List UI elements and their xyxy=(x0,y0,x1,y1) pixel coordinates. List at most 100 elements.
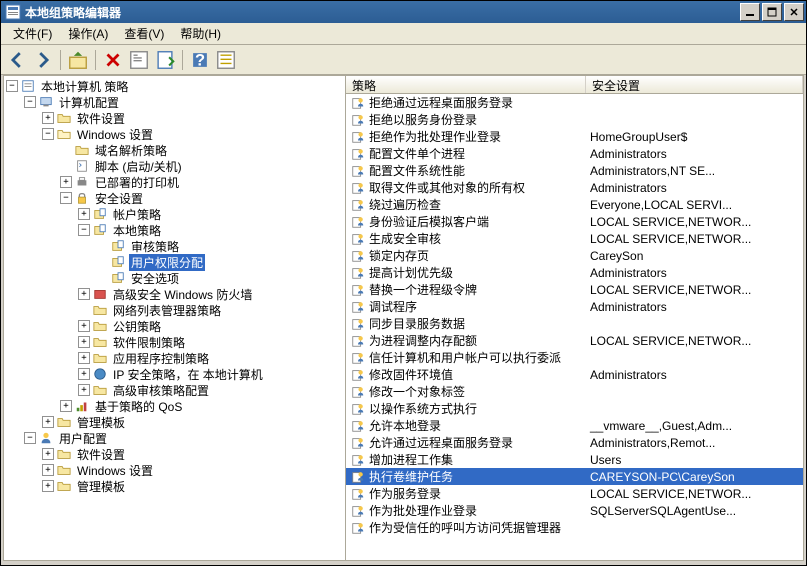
expand-icon[interactable]: + xyxy=(78,288,90,300)
maximize-button[interactable] xyxy=(762,3,782,21)
expand-icon[interactable]: + xyxy=(78,368,90,380)
list-row[interactable]: 作为服务登录LOCAL SERVICE,NETWOR... xyxy=(346,485,803,502)
policy-item-icon xyxy=(350,334,366,348)
list-row[interactable]: 执行卷维护任务CAREYSON-PC\CareySon xyxy=(346,468,803,485)
col-policy[interactable]: 策略 xyxy=(346,76,586,93)
tree-software2[interactable]: +软件设置 xyxy=(42,446,343,462)
tree-user-rights[interactable]: 用户权限分配 xyxy=(96,254,343,270)
tree-root[interactable]: − 本地计算机 策略 xyxy=(6,78,343,94)
expand-icon[interactable]: + xyxy=(42,448,54,460)
tree-windows2[interactable]: +Windows 设置 xyxy=(42,462,343,478)
tree-appctrl[interactable]: +应用程序控制策略 xyxy=(78,350,343,366)
security-cell: Administrators xyxy=(586,300,803,314)
expand-icon[interactable]: + xyxy=(60,176,72,188)
collapse-icon[interactable]: − xyxy=(24,432,36,444)
list-row[interactable]: 修改一个对象标签 xyxy=(346,383,803,400)
collapse-icon[interactable]: − xyxy=(78,224,90,236)
tree-qos[interactable]: +基于策略的 QoS xyxy=(60,398,343,414)
list-row[interactable]: 拒绝以服务身份登录 xyxy=(346,111,803,128)
expand-icon[interactable]: + xyxy=(42,416,54,428)
list-row[interactable]: 绕过遍历检查Everyone,LOCAL SERVI... xyxy=(346,196,803,213)
list-row[interactable]: 配置文件单个进程Administrators xyxy=(346,145,803,162)
tree-softrestrict[interactable]: +软件限制策略 xyxy=(78,334,343,350)
tree-advaudit[interactable]: +高级审核策略配置 xyxy=(78,382,343,398)
tree-printers[interactable]: +已部署的打印机 xyxy=(60,174,343,190)
expand-icon[interactable]: + xyxy=(60,400,72,412)
tree-ipsec[interactable]: +IP 安全策略，在 本地计算机 xyxy=(78,366,343,382)
properties-button[interactable] xyxy=(127,48,151,72)
policy-cell: 调试程序 xyxy=(346,298,586,315)
expand-icon[interactable]: + xyxy=(78,336,90,348)
export-button[interactable] xyxy=(153,48,177,72)
list-row[interactable]: 增加进程工作集Users xyxy=(346,451,803,468)
collapse-icon[interactable]: − xyxy=(6,80,18,92)
menu-file[interactable]: 文件(F) xyxy=(5,23,60,44)
tree-software[interactable]: +软件设置 xyxy=(42,110,343,126)
policy-folder-icon xyxy=(110,238,126,254)
list-row[interactable]: 提高计划优先级Administrators xyxy=(346,264,803,281)
help-button[interactable]: ? xyxy=(188,48,212,72)
list-row[interactable]: 取得文件或其他对象的所有权Administrators xyxy=(346,179,803,196)
menu-help[interactable]: 帮助(H) xyxy=(172,23,229,44)
list-row[interactable]: 拒绝作为批处理作业登录HomeGroupUser$ xyxy=(346,128,803,145)
list-row[interactable]: 允许通过远程桌面服务登录Administrators,Remot... xyxy=(346,434,803,451)
delete-button[interactable] xyxy=(101,48,125,72)
expand-icon[interactable]: + xyxy=(78,208,90,220)
list-row[interactable]: 替换一个进程级令牌LOCAL SERVICE,NETWOR... xyxy=(346,281,803,298)
close-button[interactable] xyxy=(784,3,804,21)
tree-account-policy[interactable]: +帐户策略 xyxy=(78,206,343,222)
tree-netlist[interactable]: 网络列表管理器策略 xyxy=(78,302,343,318)
tree-security-options[interactable]: 安全选项 xyxy=(96,270,343,286)
tree-admintpl2[interactable]: +管理模板 xyxy=(42,478,343,494)
tree-label: 高级安全 Windows 防火墙 xyxy=(111,286,254,303)
tree-label: 计算机配置 xyxy=(57,94,121,111)
expand-icon[interactable]: + xyxy=(42,464,54,476)
expand-icon[interactable]: + xyxy=(78,384,90,396)
list-row[interactable]: 修改固件环境值Administrators xyxy=(346,366,803,383)
list-row[interactable]: 调试程序Administrators xyxy=(346,298,803,315)
list-row[interactable]: 允许本地登录__vmware__,Guest,Adm... xyxy=(346,417,803,434)
tree-pane[interactable]: − 本地计算机 策略 − 计算机配置 +软件设置 xyxy=(4,76,346,560)
expand-icon[interactable]: + xyxy=(78,352,90,364)
list-row[interactable]: 配置文件系统性能Administrators,NT SE... xyxy=(346,162,803,179)
menu-action[interactable]: 操作(A) xyxy=(60,23,116,44)
minimize-button[interactable] xyxy=(740,3,760,21)
tree-user[interactable]: −用户配置 xyxy=(24,430,343,446)
up-button[interactable] xyxy=(66,48,90,72)
list-row[interactable]: 作为批处理作业登录SQLServerSQLAgentUse... xyxy=(346,502,803,519)
tree-windows[interactable]: − Windows 设置 xyxy=(42,126,343,142)
tree-audit-policy[interactable]: 审核策略 xyxy=(96,238,343,254)
tree-pubkey[interactable]: +公钥策略 xyxy=(78,318,343,334)
expand-icon[interactable]: + xyxy=(42,112,54,124)
list-pane[interactable]: 策略 安全设置 拒绝通过远程桌面服务登录拒绝以服务身份登录拒绝作为批处理作业登录… xyxy=(346,76,803,560)
list-row[interactable]: 作为受信任的呼叫方访问凭据管理器 xyxy=(346,519,803,536)
tree-local-policy[interactable]: −本地策略 xyxy=(78,222,343,238)
expand-icon[interactable]: + xyxy=(42,480,54,492)
tree-admintpl[interactable]: +管理模板 xyxy=(42,414,343,430)
filter-button[interactable] xyxy=(214,48,238,72)
collapse-icon[interactable]: − xyxy=(24,96,36,108)
tree-firewall[interactable]: + 高级安全 Windows 防火墙 xyxy=(78,286,343,302)
forward-button[interactable] xyxy=(31,48,55,72)
list-row[interactable]: 为进程调整内存配额LOCAL SERVICE,NETWOR... xyxy=(346,332,803,349)
list-row[interactable]: 同步目录服务数据 xyxy=(346,315,803,332)
tree-script[interactable]: 脚本 (启动/关机) xyxy=(60,158,343,174)
list-row[interactable]: 锁定内存页CareySon xyxy=(346,247,803,264)
menu-view[interactable]: 查看(V) xyxy=(116,23,172,44)
list-row[interactable]: 信任计算机和用户帐户可以执行委派 xyxy=(346,349,803,366)
expand-icon[interactable]: + xyxy=(78,320,90,332)
tree-domain-res[interactable]: 域名解析策略 xyxy=(60,142,343,158)
tree-label: Windows 设置 xyxy=(75,126,155,143)
back-button[interactable] xyxy=(5,48,29,72)
list-row[interactable]: 身份验证后模拟客户端LOCAL SERVICE,NETWOR... xyxy=(346,213,803,230)
list-row[interactable]: 生成安全审核LOCAL SERVICE,NETWOR... xyxy=(346,230,803,247)
list-row[interactable]: 拒绝通过远程桌面服务登录 xyxy=(346,94,803,111)
collapse-icon[interactable]: − xyxy=(42,128,54,140)
tree-computer[interactable]: − 计算机配置 xyxy=(24,94,343,110)
collapse-icon[interactable]: − xyxy=(60,192,72,204)
tree-security[interactable]: −安全设置 xyxy=(60,190,343,206)
col-security[interactable]: 安全设置 xyxy=(586,76,803,93)
policy-cell: 锁定内存页 xyxy=(346,247,586,264)
list-row[interactable]: 以操作系统方式执行 xyxy=(346,400,803,417)
policy-name: 提高计划优先级 xyxy=(369,264,453,281)
